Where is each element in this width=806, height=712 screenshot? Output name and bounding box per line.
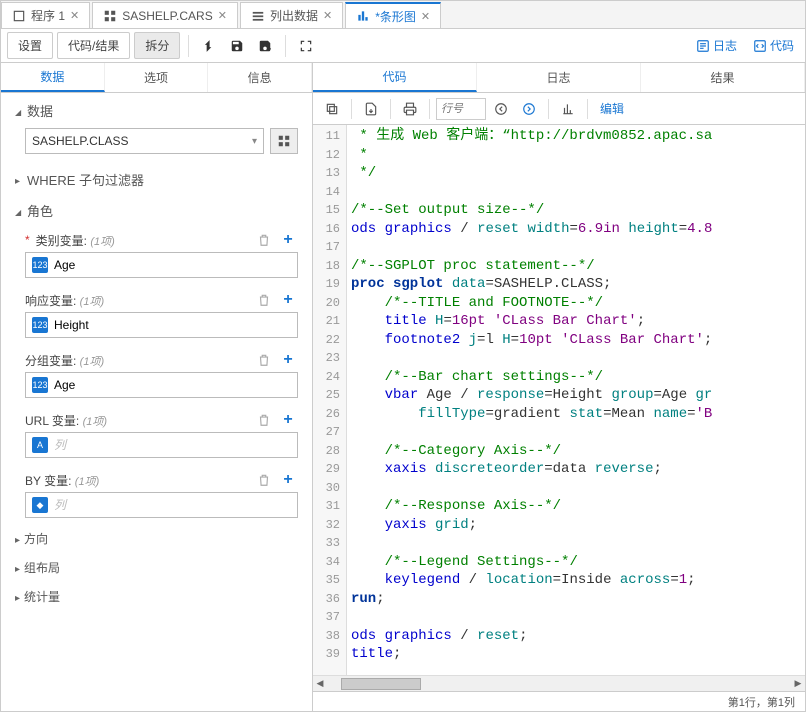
- code-editor[interactable]: 11 12 13 14 15 16 17 18 19 20 21 22 23 2…: [313, 125, 805, 675]
- role-label: 分组变量: (1项): [25, 352, 250, 369]
- go-prev-icon[interactable]: [488, 97, 514, 121]
- add-icon[interactable]: +: [278, 470, 298, 490]
- close-icon[interactable]: ✕: [70, 9, 79, 22]
- code-content[interactable]: * 生成 Web 客户端：“http://brdvm0852.apac.sa *…: [347, 125, 805, 675]
- delete-icon[interactable]: [254, 410, 274, 430]
- role-label: URL 变量: (1项): [25, 412, 250, 429]
- role-input[interactable]: [54, 258, 291, 272]
- more-section-1[interactable]: 组布局: [1, 553, 312, 582]
- delete-icon[interactable]: [254, 350, 274, 370]
- where-section-header[interactable]: WHERE 子句过滤器: [1, 162, 312, 193]
- file-tab-2[interactable]: 列出数据✕: [240, 2, 343, 28]
- print-icon[interactable]: [397, 97, 423, 121]
- tab-icon: [103, 9, 117, 23]
- save-as-icon[interactable]: [253, 34, 277, 58]
- file-tab-3[interactable]: *条形图✕: [345, 2, 441, 28]
- type-chip-icon: A: [32, 437, 48, 453]
- data-section-header[interactable]: 数据: [1, 93, 312, 124]
- role-header-1: 响应变量: (1项) +: [1, 284, 312, 312]
- close-icon[interactable]: ✕: [218, 9, 227, 22]
- role-label: BY 变量: (1项): [25, 472, 250, 489]
- tab-icon: [356, 9, 370, 23]
- type-chip-icon: 123: [32, 377, 48, 393]
- split-button[interactable]: 拆分: [134, 32, 180, 59]
- role-header-0: * 类别变量: (1项) +: [1, 224, 312, 252]
- file-tab-0[interactable]: 程序 1✕: [1, 2, 90, 28]
- file-tabs-bar: 程序 1✕SASHELP.CARS✕列出数据✕*条形图✕: [1, 1, 805, 29]
- type-chip-icon: 123: [32, 257, 48, 273]
- separator: [188, 35, 189, 57]
- right-subtab-2[interactable]: 结果: [641, 63, 805, 92]
- role-label: 类别变量: (1项): [36, 232, 250, 249]
- delete-icon[interactable]: [254, 290, 274, 310]
- right-panel: 代码日志结果 编辑 11 12 13 14 15 16 17 18 19 20 …: [313, 63, 805, 711]
- close-icon[interactable]: ✕: [421, 10, 430, 23]
- close-icon[interactable]: ✕: [323, 9, 332, 22]
- log-link[interactable]: 日志: [691, 34, 742, 57]
- settings-button[interactable]: 设置: [7, 32, 53, 59]
- delete-icon[interactable]: [254, 230, 274, 250]
- role-input[interactable]: [54, 438, 291, 452]
- run-icon[interactable]: [197, 34, 221, 58]
- separator: [285, 35, 286, 57]
- export-icon[interactable]: [358, 97, 384, 121]
- code-result-button[interactable]: 代码/结果: [57, 32, 130, 59]
- required-icon: *: [25, 233, 30, 247]
- h-scrollbar[interactable]: ◀ ▶: [313, 675, 805, 691]
- lineno-input[interactable]: [436, 98, 486, 120]
- add-icon[interactable]: +: [278, 350, 298, 370]
- left-subtab-0[interactable]: 数据: [1, 63, 105, 92]
- type-chip-icon: 123: [32, 317, 48, 333]
- chart-icon[interactable]: [555, 97, 581, 121]
- left-subtab-2[interactable]: 信息: [208, 63, 312, 92]
- roles-section-header[interactable]: 角色: [1, 193, 312, 224]
- dataset-browse-button[interactable]: [270, 128, 298, 154]
- main-toolbar: 设置 代码/结果 拆分 日志 代码: [1, 29, 805, 63]
- role-label: 响应变量: (1项): [25, 292, 250, 309]
- code-link[interactable]: 代码: [748, 34, 799, 57]
- role-value-4[interactable]: ◆: [25, 492, 298, 518]
- role-value-3[interactable]: A: [25, 432, 298, 458]
- code-toolbar: 编辑: [313, 93, 805, 125]
- tab-icon: [251, 9, 265, 23]
- status-bar: 第1行，第1列: [313, 691, 805, 711]
- left-panel: 数据选项信息 数据 SASHELP.CLASS▾ WHERE 子句过滤器 角色 …: [1, 63, 313, 711]
- add-icon[interactable]: +: [278, 290, 298, 310]
- delete-icon[interactable]: [254, 470, 274, 490]
- dataset-dropdown[interactable]: SASHELP.CLASS▾: [25, 128, 264, 154]
- role-input[interactable]: [54, 378, 291, 392]
- copy-icon[interactable]: [319, 97, 345, 121]
- left-subtab-1[interactable]: 选项: [105, 63, 209, 92]
- role-input[interactable]: [54, 498, 291, 512]
- role-value-1[interactable]: 123: [25, 312, 298, 338]
- right-subtabs: 代码日志结果: [313, 63, 805, 93]
- role-header-3: URL 变量: (1项) +: [1, 404, 312, 432]
- line-gutter: 11 12 13 14 15 16 17 18 19 20 21 22 23 2…: [313, 125, 347, 675]
- type-chip-icon: ◆: [32, 497, 48, 513]
- go-next-icon[interactable]: [516, 97, 542, 121]
- role-input[interactable]: [54, 318, 291, 332]
- add-icon[interactable]: +: [278, 230, 298, 250]
- role-header-4: BY 变量: (1项) +: [1, 464, 312, 492]
- left-subtabs: 数据选项信息: [1, 63, 312, 93]
- add-icon[interactable]: +: [278, 410, 298, 430]
- role-header-2: 分组变量: (1项) +: [1, 344, 312, 372]
- save-icon[interactable]: [225, 34, 249, 58]
- more-section-0[interactable]: 方向: [1, 524, 312, 553]
- right-subtab-1[interactable]: 日志: [477, 63, 641, 92]
- right-subtab-0[interactable]: 代码: [313, 63, 477, 92]
- edit-link[interactable]: 编辑: [594, 100, 630, 117]
- fullscreen-icon[interactable]: [294, 34, 318, 58]
- role-value-2[interactable]: 123: [25, 372, 298, 398]
- role-value-0[interactable]: 123: [25, 252, 298, 278]
- file-tab-1[interactable]: SASHELP.CARS✕: [92, 2, 238, 28]
- more-section-2[interactable]: 统计量: [1, 582, 312, 611]
- tab-icon: [12, 9, 26, 23]
